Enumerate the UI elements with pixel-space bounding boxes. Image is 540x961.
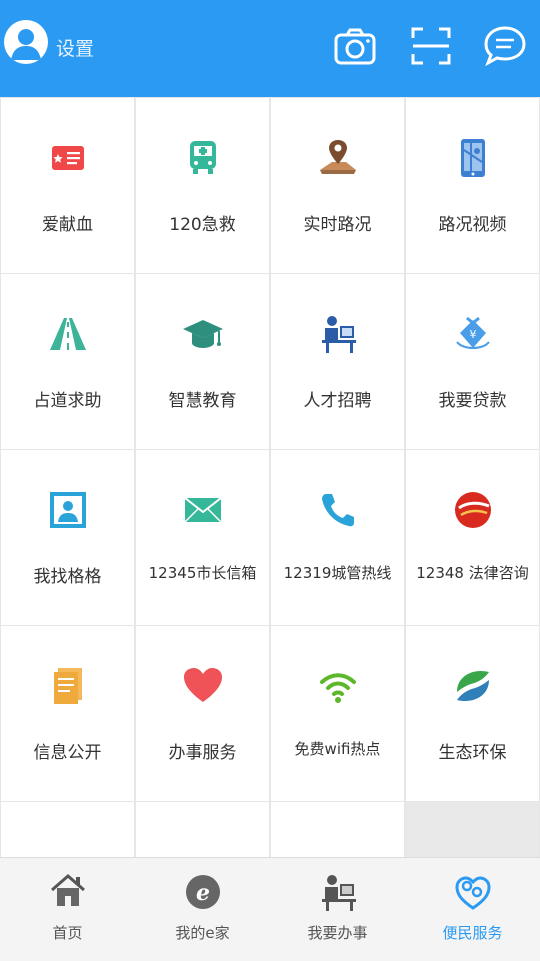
tab-convenience-service[interactable]: 便民服务: [405, 858, 540, 961]
tab-label: 便民服务: [442, 924, 503, 942]
blood-card-icon: [52, 146, 84, 170]
eco-leaf-icon: [457, 670, 489, 702]
partial-service-icon: [181, 840, 225, 857]
service-label: 信息公开: [33, 743, 102, 763]
tab-label: 首页: [52, 924, 83, 942]
service-label: 12319城管热线: [283, 564, 392, 582]
tab-label: 我要办事: [307, 924, 368, 942]
service-label: 120急救: [169, 215, 236, 235]
service-traffic-live[interactable]: 实时路况: [271, 98, 404, 273]
service-job-recruitment[interactable]: 人才招聘: [271, 274, 404, 449]
partial-service-icon: [316, 840, 360, 857]
scan-icon[interactable]: [407, 22, 455, 70]
top-bar: 设置: [0, 0, 540, 97]
contact-card-icon: [50, 492, 86, 528]
heart-icon: [184, 668, 222, 702]
empty-cell: [406, 802, 539, 857]
message-icon[interactable]: [481, 22, 529, 70]
service-label: 12348 法律咨询: [416, 564, 529, 582]
service-affairs[interactable]: 办事服务: [136, 626, 269, 801]
service-label: 我找格格: [33, 567, 102, 587]
service-row-partial[interactable]: [271, 802, 404, 857]
svg-text:¥: ¥: [470, 328, 477, 341]
service-label: 12345市长信箱: [148, 564, 257, 582]
service-label: 生态环保: [438, 743, 507, 763]
service-emergency-120[interactable]: 120急救: [136, 98, 269, 273]
law-logo-icon: [455, 492, 491, 528]
service-smart-education[interactable]: 智慧教育: [136, 274, 269, 449]
service-legal-consult[interactable]: 12348 法律咨询: [406, 450, 539, 625]
service-city-hotline[interactable]: 12319城管热线: [271, 450, 404, 625]
service-loan[interactable]: ¥ 我要贷款: [406, 274, 539, 449]
service-mayor-mailbox[interactable]: 12345市长信箱: [136, 450, 269, 625]
service-find-gege[interactable]: 我找格格: [1, 450, 134, 625]
partial-service-icon: [46, 840, 90, 857]
graduation-cap-icon: [183, 320, 223, 348]
service-label: 实时路况: [303, 215, 372, 235]
road-icon: [50, 318, 86, 350]
e-home-icon: e: [186, 875, 220, 909]
map-pin-icon: [320, 140, 356, 174]
service-label: 免费wifi热点: [294, 740, 381, 758]
service-label: 人才招聘: [303, 391, 372, 411]
service-label: 爱献血: [42, 215, 93, 235]
office-worker-icon: [322, 316, 356, 353]
service-row-partial[interactable]: [136, 802, 269, 857]
service-blood-donation[interactable]: 爱献血: [1, 98, 134, 273]
service-road-help[interactable]: 占道求助: [1, 274, 134, 449]
mail-icon: [184, 497, 222, 523]
camera-icon[interactable]: [331, 22, 379, 70]
tab-label: 我的e家: [175, 924, 230, 942]
service-label: 办事服务: [168, 743, 237, 763]
settings-link[interactable]: 设置: [56, 34, 94, 61]
loan-bag-icon: ¥: [456, 316, 490, 349]
service-traffic-video[interactable]: 路况视频: [406, 98, 539, 273]
tab-my-ehome[interactable]: e 我的e家: [135, 858, 270, 961]
svg-text:e: e: [196, 880, 210, 906]
phone-icon: [322, 494, 354, 527]
convenience-service-icon: [455, 876, 491, 910]
tab-do-business[interactable]: 我要办事: [270, 858, 405, 961]
tab-home[interactable]: 首页: [0, 858, 135, 961]
service-row-partial[interactable]: [1, 802, 134, 857]
avatar-icon[interactable]: [4, 20, 48, 64]
service-free-wifi[interactable]: 免费wifi热点: [271, 626, 404, 801]
phone-map-icon: [461, 139, 485, 177]
service-grid: 爱献血 120急救 实时路况 路况视频 占道求助 智慧教育 人才招聘 ¥ 我要贷…: [0, 97, 540, 857]
service-label: 智慧教育: [168, 391, 237, 411]
ambulance-icon: [190, 141, 216, 174]
office-icon: [322, 875, 356, 911]
bottom-tab-bar: 首页 e 我的e家 我要办事 便民服务: [0, 857, 540, 961]
service-label: 我要贷款: [438, 391, 507, 411]
service-label: 路况视频: [438, 215, 507, 235]
service-info-disclosure[interactable]: 信息公开: [1, 626, 134, 801]
home-icon: [51, 874, 85, 906]
service-eco-protection[interactable]: 生态环保: [406, 626, 539, 801]
document-icon: [54, 668, 82, 704]
service-label: 占道求助: [33, 391, 102, 411]
wifi-icon: [320, 673, 356, 703]
